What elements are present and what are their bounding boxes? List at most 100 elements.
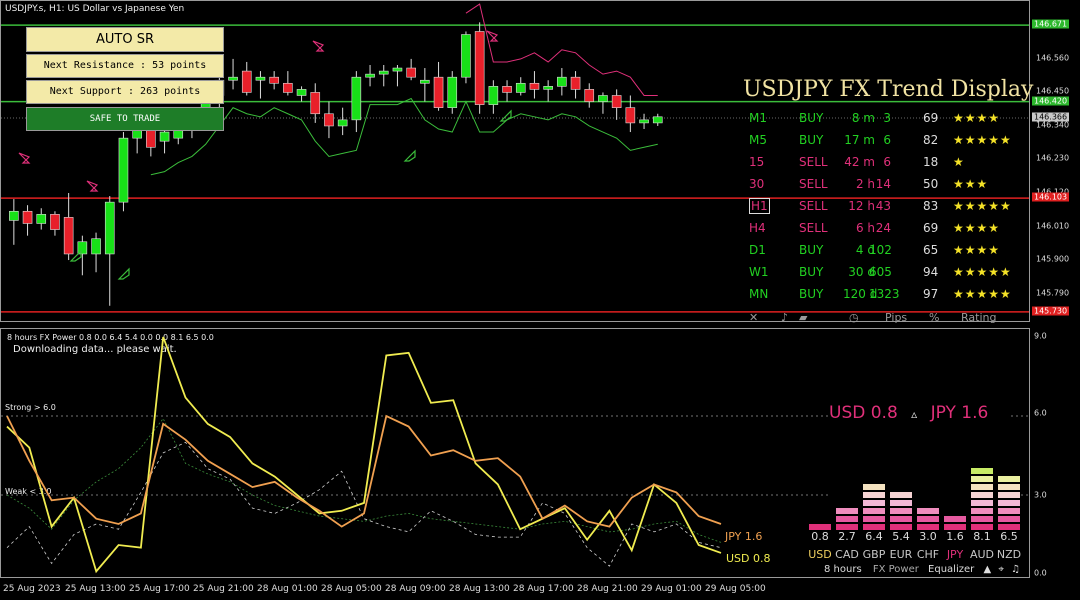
currency-code[interactable]: CAD bbox=[834, 548, 860, 561]
trend-tf: H4 bbox=[749, 221, 766, 235]
sell-arrow-icon bbox=[18, 152, 31, 164]
trend-pips: 6 bbox=[883, 133, 891, 147]
rating-stars: ★★★★★ bbox=[953, 199, 1012, 213]
triangle-icon: ▵ bbox=[911, 407, 918, 421]
trend-dir: BUY bbox=[799, 243, 824, 257]
trend-dir: SELL bbox=[799, 177, 828, 191]
crosshair-icon[interactable]: ⌖ bbox=[998, 564, 1004, 575]
currency-code[interactable]: NZD bbox=[996, 548, 1022, 561]
equalizer-segment bbox=[998, 476, 1020, 482]
candle bbox=[77, 235, 88, 276]
equalizer-segment bbox=[998, 516, 1020, 522]
trend-row-m1[interactable]: M1 BUY 8 m 3 69 ★★★★ bbox=[741, 111, 1031, 131]
percent-column-header: % bbox=[929, 311, 940, 324]
music-note-icon[interactable]: ♪ bbox=[781, 311, 788, 324]
equalizer-segment bbox=[998, 484, 1020, 490]
usd-power-value: USD 0.8 bbox=[829, 403, 898, 423]
trend-tf: M5 bbox=[749, 133, 767, 147]
equalizer-segment bbox=[944, 516, 966, 522]
close-icon[interactable]: ✕ bbox=[749, 311, 758, 324]
trend-pips: 14 bbox=[875, 177, 891, 191]
trend-row-30[interactable]: 30 SELL 2 h 14 50 ★★★ bbox=[741, 177, 1031, 197]
buy-arrow-icon bbox=[499, 109, 512, 122]
jpy-power-value: JPY 1.6 bbox=[930, 403, 989, 423]
equalizer-segment bbox=[998, 492, 1020, 498]
scale-label: 0.0 bbox=[1034, 568, 1047, 578]
price-scale[interactable]: 146.560146.450146.340146.230146.120146.0… bbox=[1030, 0, 1080, 322]
triangle-up-icon[interactable]: ▲ bbox=[983, 564, 991, 575]
candle bbox=[570, 71, 581, 99]
music-note-icon[interactable]: ♫ bbox=[1011, 564, 1020, 575]
time-axis-label: 28 Aug 21:00 bbox=[577, 584, 638, 594]
trend-dir: SELL bbox=[799, 199, 828, 213]
buy-arrow-icon bbox=[403, 149, 416, 162]
trend-tf: 15 bbox=[749, 155, 765, 169]
next-support-label: Next Support : 263 points bbox=[26, 80, 224, 104]
price-tick-label: 145.790 bbox=[1036, 288, 1070, 298]
candle bbox=[557, 68, 567, 96]
rating-stars: ★★★★★ bbox=[953, 133, 1012, 147]
candle bbox=[159, 129, 170, 154]
trend-pips: 605 bbox=[869, 265, 892, 279]
mode-selector[interactable]: Equalizer bbox=[928, 564, 974, 575]
candle bbox=[488, 80, 499, 114]
candle bbox=[91, 232, 101, 273]
equalizer-segment bbox=[890, 500, 912, 506]
equalizer-segment bbox=[917, 516, 939, 522]
candle bbox=[392, 65, 403, 87]
currency-code[interactable]: JPY bbox=[942, 548, 968, 561]
trend-row-m5[interactable]: M5 BUY 17 m 6 82 ★★★★★ bbox=[741, 133, 1031, 153]
clock-icon[interactable]: ◷ bbox=[849, 311, 859, 324]
trend-row-h1[interactable]: H1 SELL 12 h 43 83 ★★★★★ bbox=[741, 198, 1031, 219]
price-level-tag: 146.103 bbox=[1032, 192, 1070, 202]
candle bbox=[639, 113, 649, 129]
period-selector[interactable]: 8 hours bbox=[824, 564, 862, 575]
auto-sr-title[interactable]: AUTO SR bbox=[26, 27, 224, 52]
candle bbox=[515, 77, 526, 96]
equalizer-segment bbox=[890, 516, 912, 522]
trend-row-h4[interactable]: H4 SELL 6 h 24 69 ★★★★ bbox=[741, 221, 1031, 241]
time-axis-label: 28 Aug 13:00 bbox=[449, 584, 510, 594]
currency-code[interactable]: AUD bbox=[969, 548, 995, 561]
currency-code[interactable]: GBP bbox=[861, 548, 887, 561]
equalizer-value: 6.4 bbox=[865, 530, 883, 543]
time-axis-label: 28 Aug 05:00 bbox=[321, 584, 382, 594]
candle bbox=[461, 31, 471, 84]
equalizer-segment bbox=[863, 508, 885, 514]
trend-row-mn[interactable]: MN BUY 120 d 1323 97 ★★★★★ bbox=[741, 287, 1031, 307]
time-axis-label: 28 Aug 09:00 bbox=[385, 584, 446, 594]
equalizer-value: 6.5 bbox=[1000, 530, 1018, 543]
rating-stars: ★★★★ bbox=[953, 243, 1001, 257]
pips-column-header: Pips bbox=[885, 311, 908, 324]
time-axis-label: 29 Aug 05:00 bbox=[705, 584, 766, 594]
trend-row-15[interactable]: 15 SELL 42 m 6 18 ★ bbox=[741, 155, 1031, 175]
price-tick-label: 146.230 bbox=[1036, 153, 1070, 163]
trend-line-icon[interactable]: ▰ bbox=[799, 311, 807, 324]
lower-trail-line bbox=[150, 97, 658, 176]
candle bbox=[310, 83, 321, 123]
candle bbox=[337, 107, 348, 136]
equalizer-segment bbox=[971, 516, 993, 522]
equalizer-segment bbox=[971, 484, 993, 490]
currency-code[interactable]: USD bbox=[807, 548, 833, 561]
rating-column-header: Rating bbox=[961, 311, 997, 324]
time-axis-label: 25 Aug 17:00 bbox=[129, 584, 190, 594]
currency-code[interactable]: EUR bbox=[888, 548, 914, 561]
equalizer-segment bbox=[836, 516, 858, 522]
candle bbox=[104, 196, 115, 306]
trend-row-d1[interactable]: D1 BUY 4 d 102 65 ★★★★ bbox=[741, 243, 1031, 263]
equalizer-segment bbox=[917, 508, 939, 514]
trend-pips: 1323 bbox=[869, 287, 900, 301]
trend-row-w1[interactable]: W1 BUY 30 d 605 94 ★★★★★ bbox=[741, 265, 1031, 285]
trend-pct: 65 bbox=[923, 243, 939, 257]
equalizer-segment bbox=[998, 508, 1020, 514]
currency-code[interactable]: CHF bbox=[915, 548, 941, 561]
equalizer-segment bbox=[863, 492, 885, 498]
indicator-name: FX Power bbox=[872, 564, 919, 575]
price-chart-panel[interactable]: USDJPY.s, H1: US Dollar vs Japanese Yen … bbox=[0, 0, 1033, 324]
candle bbox=[529, 71, 540, 99]
candle bbox=[9, 199, 19, 245]
price-level-tag: 146.420 bbox=[1032, 96, 1070, 106]
time-axis-label: 29 Aug 01:00 bbox=[641, 584, 702, 594]
sell-arrow-icon bbox=[86, 180, 99, 192]
